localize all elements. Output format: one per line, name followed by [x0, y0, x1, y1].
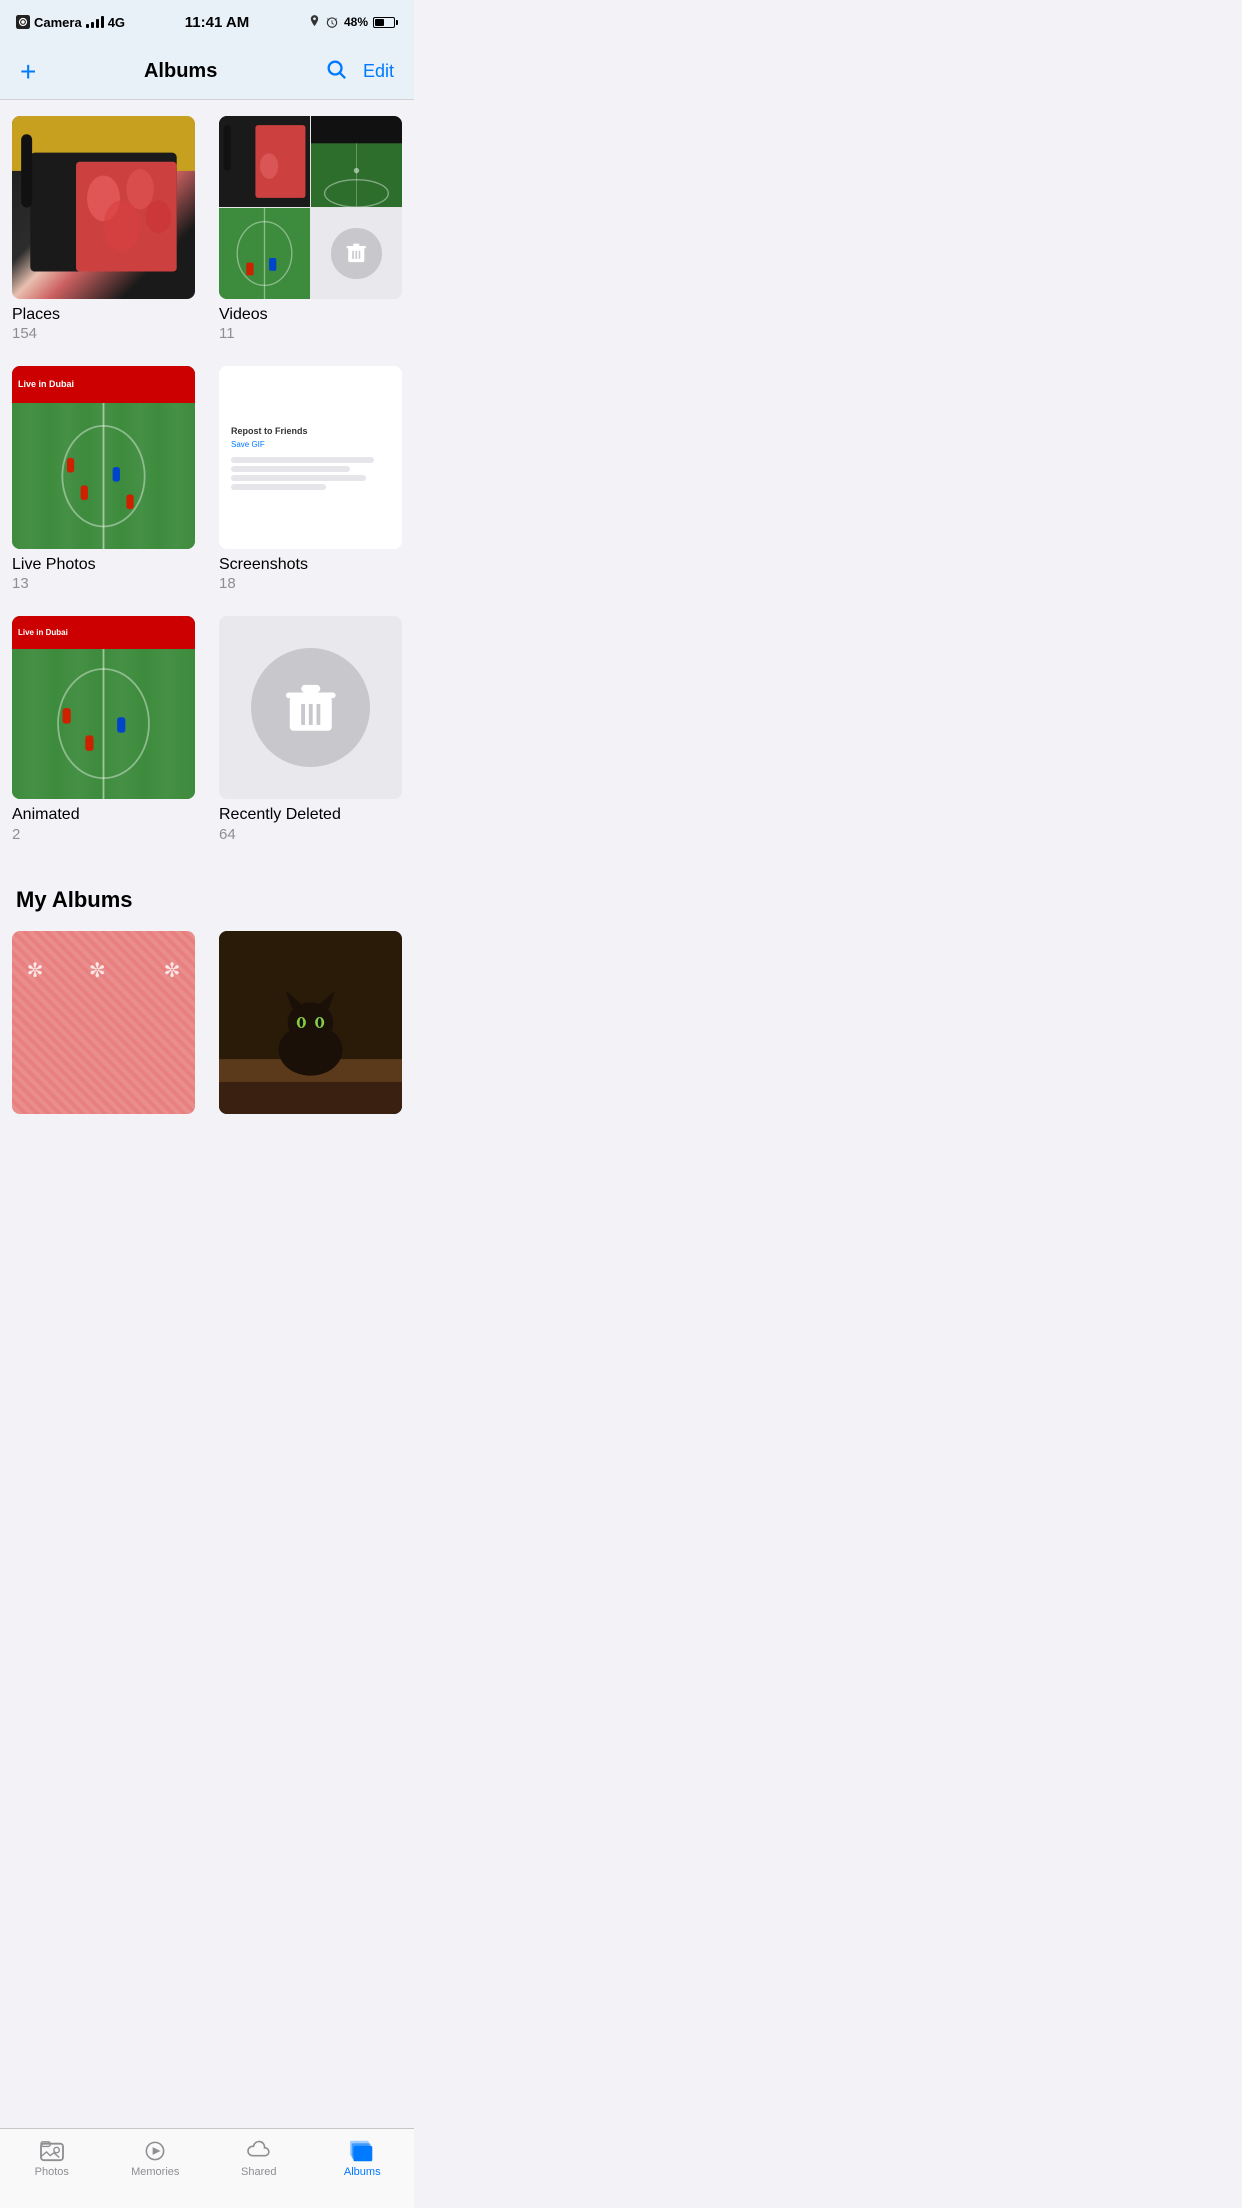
album-cell-places[interactable]: Places 154 [0, 108, 207, 358]
album-cell-animated[interactable]: Live in Dubai Animated 2 [0, 608, 207, 858]
album-cell-cat[interactable] [207, 923, 414, 1130]
tab-photos[interactable]: Photos [0, 2139, 104, 2178]
pink-flowers-thumbnail: ✼ ✼ ✼ [12, 931, 195, 1114]
carrier-label: Camera [34, 15, 82, 30]
page-title: Albums [144, 60, 217, 83]
shared-tab-label: Shared [241, 2166, 276, 2178]
album-name-animated: Animated [12, 805, 195, 824]
album-cell-pink-flowers[interactable]: ✼ ✼ ✼ [0, 923, 207, 1130]
videos-grid-preview [219, 116, 402, 299]
tab-shared[interactable]: Shared [207, 2139, 311, 2178]
album-count-videos: 11 [219, 325, 402, 342]
tab-albums[interactable]: Albums [311, 2139, 415, 2178]
album-count-screenshots: 18 [219, 575, 402, 592]
my-albums-grid: ✼ ✼ ✼ [0, 923, 414, 1130]
edit-button[interactable]: Edit [363, 61, 394, 82]
memories-tab-icon [141, 2139, 169, 2163]
album-thumb-places [12, 116, 195, 299]
photos-icon [39, 2140, 65, 2162]
album-name-live-photos: Live Photos [12, 555, 195, 574]
scroll-area: Places 154 [0, 100, 414, 1210]
album-thumb-animated: Live in Dubai [12, 616, 195, 799]
screenshot-preview: Repost to Friends Save GIF [219, 366, 402, 549]
album-name-places: Places [12, 305, 195, 324]
cat-thumbnail [219, 931, 402, 1114]
small-trash-circle [331, 228, 381, 278]
trash-circle [251, 648, 370, 767]
shared-tab-icon [245, 2139, 273, 2163]
football-thumbnail-animated: Live in Dubai [12, 616, 195, 799]
network-type: 4G [108, 15, 125, 30]
nav-right-actions: Edit [325, 58, 394, 86]
album-cell-live-photos[interactable]: Live in Dubai [0, 358, 207, 608]
status-bar: Camera 4G 11:41 AM 48% [0, 0, 414, 44]
camera-app-icon [16, 15, 30, 29]
trash-thumbnail [219, 616, 402, 799]
media-types-grid: Places 154 [0, 100, 414, 867]
grid-cell-1 [219, 116, 310, 207]
memories-tab-label: Memories [131, 2166, 179, 2178]
nav-bar: + Albums Edit [0, 44, 414, 100]
grid-cell-4 [311, 208, 402, 299]
album-name-videos: Videos [219, 305, 402, 324]
bag-thumbnail [12, 116, 195, 299]
status-left: Camera 4G [16, 15, 125, 30]
battery-icon [373, 17, 398, 28]
grid-cell-3 [219, 208, 310, 299]
football-thumbnail-live: Live in Dubai [12, 366, 195, 549]
album-count-live-photos: 13 [12, 575, 195, 592]
album-thumb-recently-deleted [219, 616, 402, 799]
album-name-screenshots: Screenshots [219, 555, 402, 574]
album-cell-recently-deleted[interactable]: Recently Deleted 64 [207, 608, 414, 858]
album-count-animated: 2 [12, 826, 195, 843]
location-icon [309, 15, 320, 29]
album-cell-screenshots[interactable]: Repost to Friends Save GIF Screenshots 1… [207, 358, 414, 608]
album-thumb-screenshots: Repost to Friends Save GIF [219, 366, 402, 549]
album-thumb-videos [219, 116, 402, 299]
battery-percent: 48% [344, 15, 368, 29]
albums-icon [348, 2139, 376, 2163]
memories-icon [142, 2140, 168, 2162]
my-albums-header: My Albums [0, 867, 414, 923]
album-count-places: 154 [12, 325, 195, 342]
albums-tab-icon [348, 2139, 376, 2163]
cat-svg [219, 931, 402, 1114]
albums-tab-label: Albums [344, 2166, 381, 2178]
trash-icon-large [284, 681, 338, 735]
signal-bars [86, 16, 104, 28]
add-album-button[interactable]: + [20, 58, 36, 86]
album-count-recently-deleted: 64 [219, 826, 402, 843]
tab-bar: Photos Memories Shared [0, 2128, 414, 2208]
search-button[interactable] [325, 58, 347, 86]
album-name-recently-deleted: Recently Deleted [219, 805, 402, 824]
my-albums-section: My Albums ✼ ✼ ✼ [0, 867, 414, 1130]
status-time: 11:41 AM [185, 14, 249, 31]
status-right: 48% [309, 15, 398, 29]
shared-icon [246, 2140, 272, 2162]
photos-tab-icon [38, 2139, 66, 2163]
album-thumb-cat [219, 931, 402, 1114]
album-thumb-live-photos: Live in Dubai [12, 366, 195, 549]
album-thumb-pink-flowers: ✼ ✼ ✼ [12, 931, 195, 1114]
album-cell-videos[interactable]: Videos 11 [207, 108, 414, 358]
photos-tab-label: Photos [35, 2166, 69, 2178]
tab-memories[interactable]: Memories [104, 2139, 208, 2178]
grid-cell-2 [311, 116, 402, 207]
trash-icon-small [345, 242, 368, 265]
alarm-icon [325, 15, 339, 29]
